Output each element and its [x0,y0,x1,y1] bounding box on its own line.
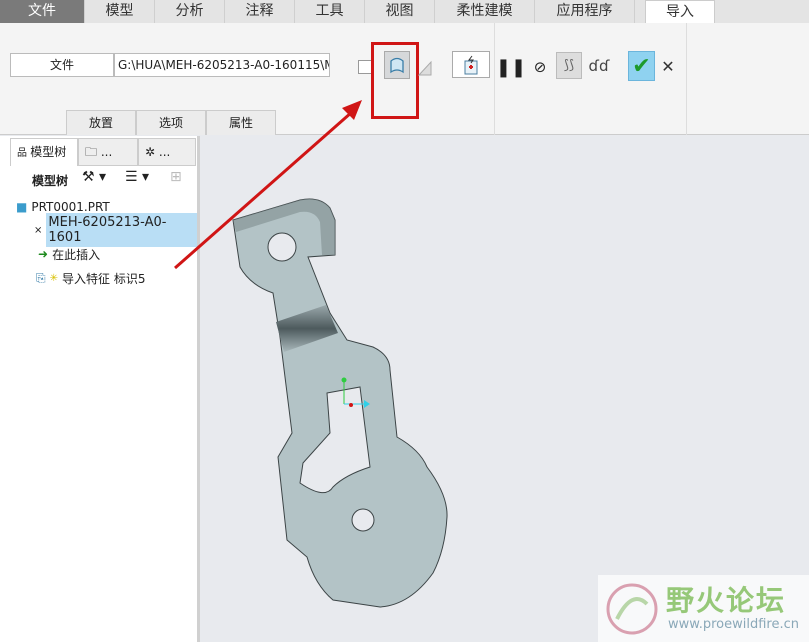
watermark-url: www.proewildfire.cn [668,617,799,632]
watermark-title: 野火论坛 [666,584,787,617]
watermark: 野火论坛 www.proewildfire.cn [598,575,809,642]
watermark-logo-icon [606,583,658,635]
imported-part [232,198,448,608]
graphics-area[interactable] [0,0,809,642]
